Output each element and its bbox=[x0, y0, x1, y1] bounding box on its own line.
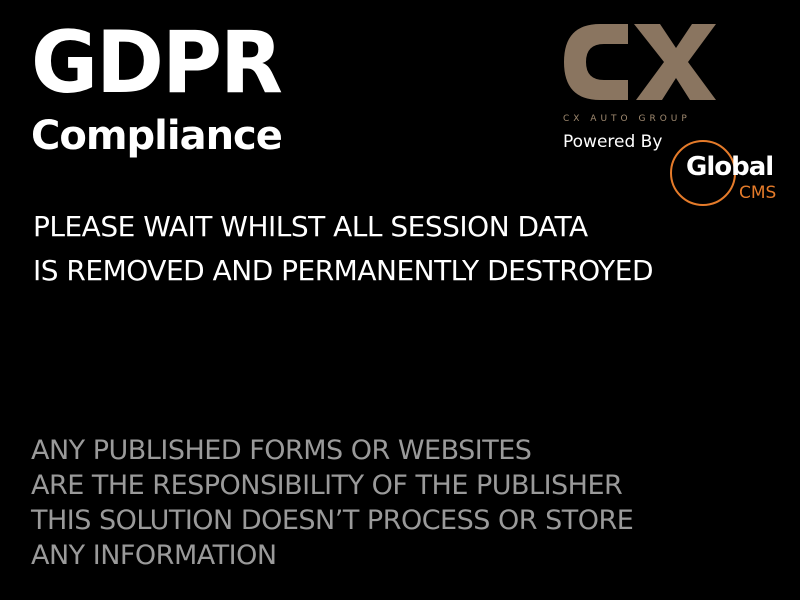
global-cms-name: Global bbox=[686, 152, 774, 182]
powered-by-label: Powered By bbox=[563, 132, 663, 152]
wait-message: PLEASE WAIT WHILST ALL SESSION DATA IS R… bbox=[33, 205, 654, 293]
cx-auto-group-logo: CX bbox=[564, 24, 716, 100]
disclaimer-line: ANY INFORMATION bbox=[31, 540, 277, 571]
page-title: GDPR Compliance bbox=[31, 20, 294, 156]
wait-message-line: PLEASE WAIT WHILST ALL SESSION DATA bbox=[33, 210, 588, 243]
disclaimer-line: THIS SOLUTION DOESN’T PROCESS OR STORE bbox=[31, 505, 634, 536]
title-compliance: Compliance bbox=[31, 113, 283, 159]
global-cms-suffix: CMS bbox=[739, 183, 777, 203]
disclaimer-line: ANY PUBLISHED FORMS OR WEBSITES bbox=[31, 435, 532, 466]
disclaimer-line: ARE THE RESPONSIBILITY OF THE PUBLISHER bbox=[31, 470, 623, 501]
global-cms-logo: Global CMS bbox=[668, 138, 792, 210]
cx-logo-letter-c bbox=[564, 24, 628, 100]
disclaimer-text: ANY PUBLISHED FORMS OR WEBSITES ARE THE … bbox=[31, 433, 634, 573]
wait-message-line: IS REMOVED AND PERMANENTLY DESTROYED bbox=[33, 254, 654, 287]
cx-logo-subtitle: CX AUTO GROUP bbox=[563, 114, 691, 124]
cx-logo-letter-x bbox=[634, 24, 716, 100]
title-gdpr: GDPR bbox=[31, 13, 283, 113]
